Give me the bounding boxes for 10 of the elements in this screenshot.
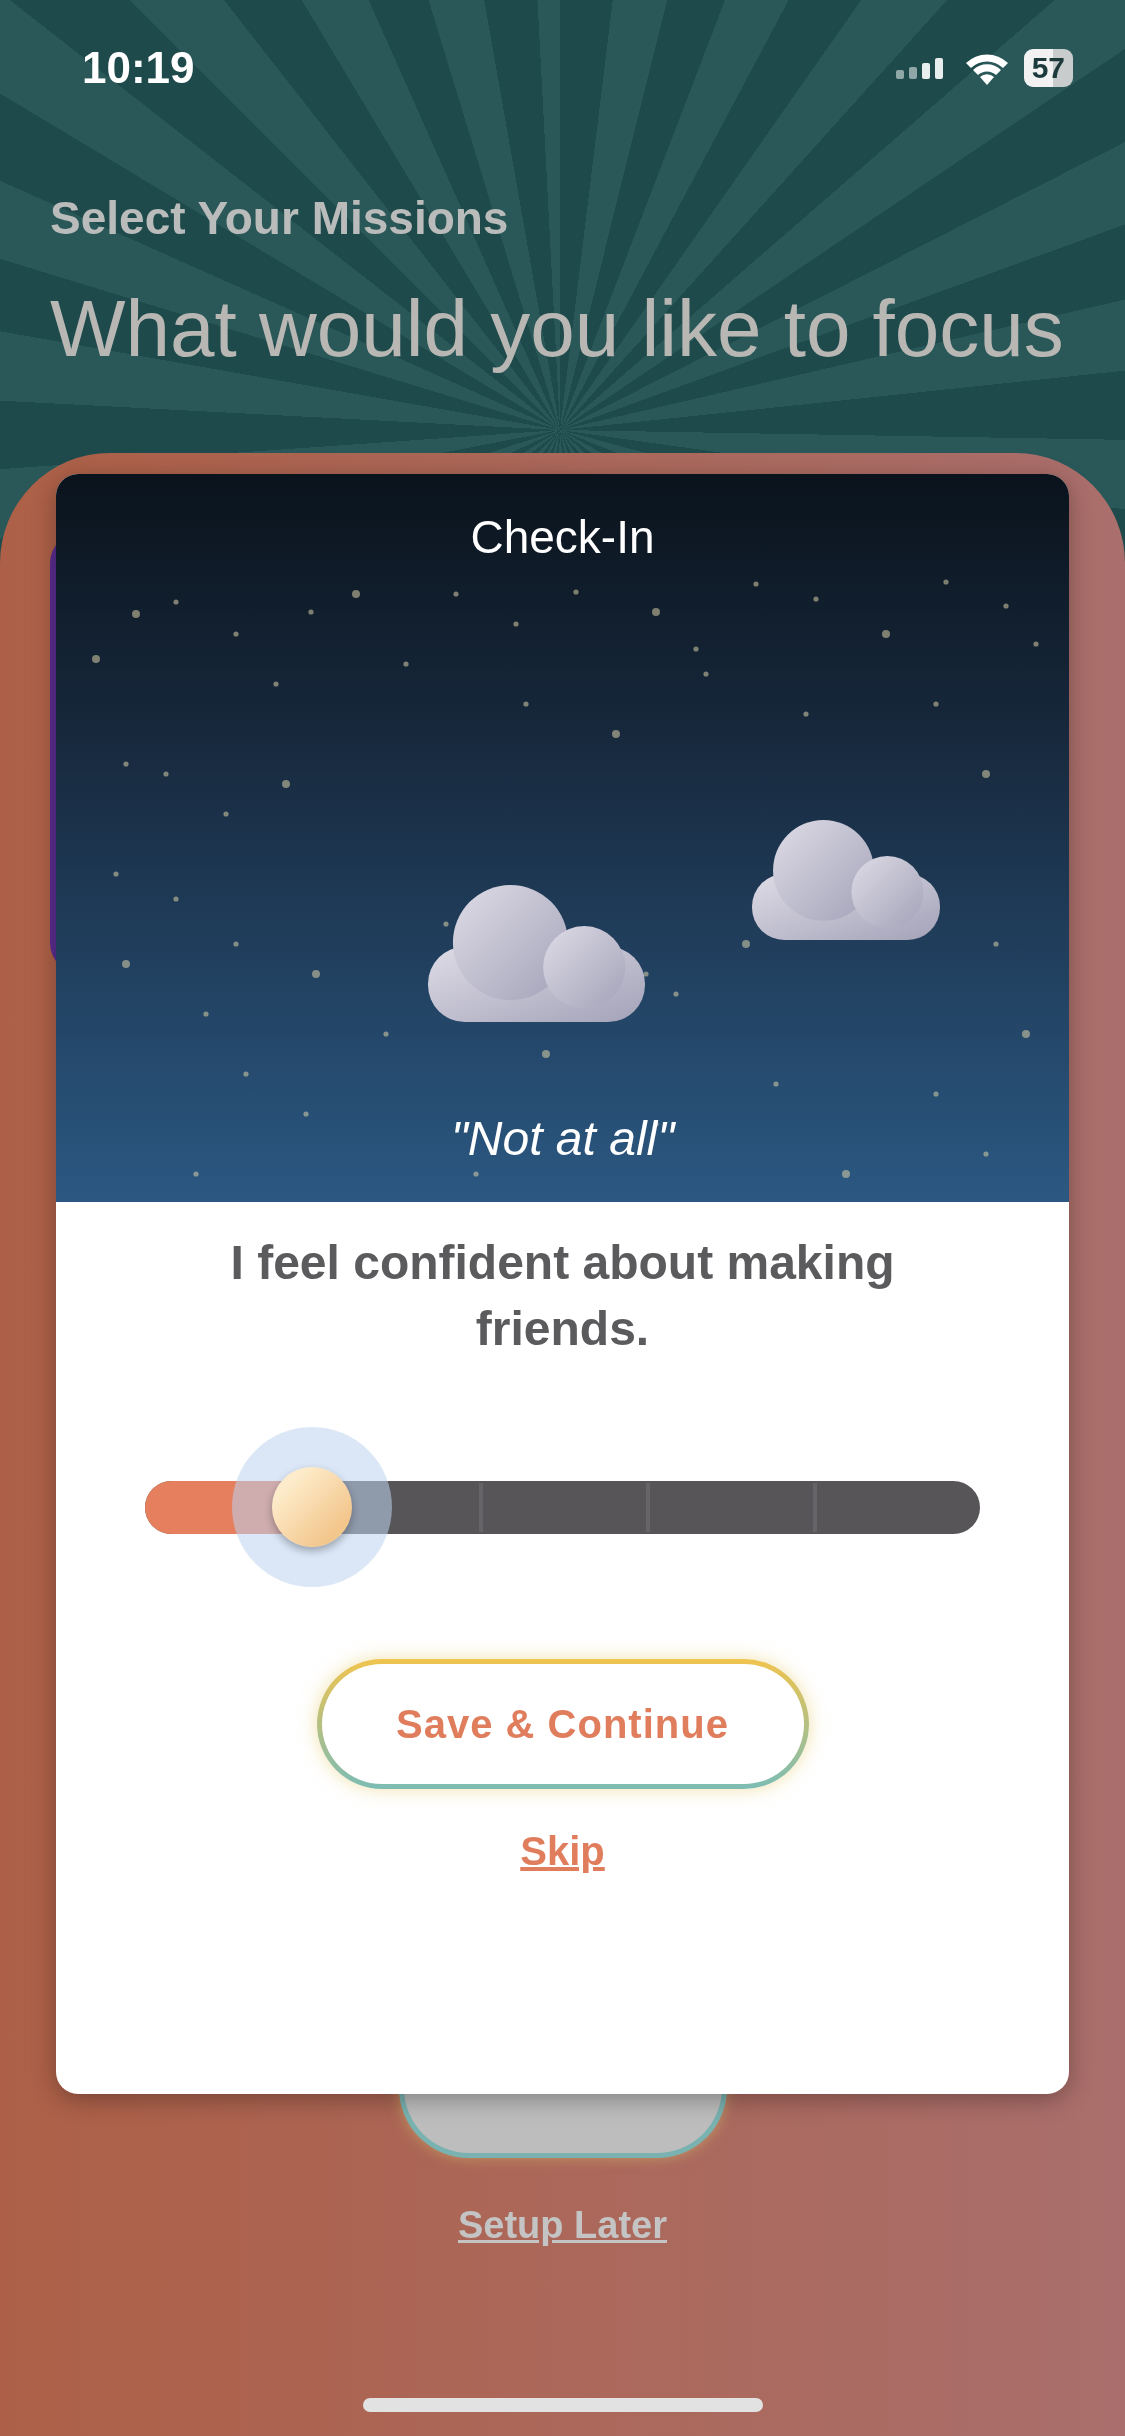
skip-link[interactable]: Skip — [520, 1829, 605, 1874]
battery-icon: 57 — [1023, 49, 1073, 87]
setup-later-link[interactable]: Setup Later — [457, 2200, 667, 2250]
slider-thumb[interactable] — [272, 1467, 352, 1547]
page-heading: What would you like to focus — [50, 283, 1065, 375]
rating-label: "Not at all" — [450, 1111, 675, 1166]
clock-time: 10:19 — [82, 43, 195, 93]
question-text: I feel confident about making friends. — [229, 1235, 896, 1357]
section-subtitle: Select Your Missions — [50, 191, 510, 246]
dialog-title: Check-In — [470, 510, 655, 564]
